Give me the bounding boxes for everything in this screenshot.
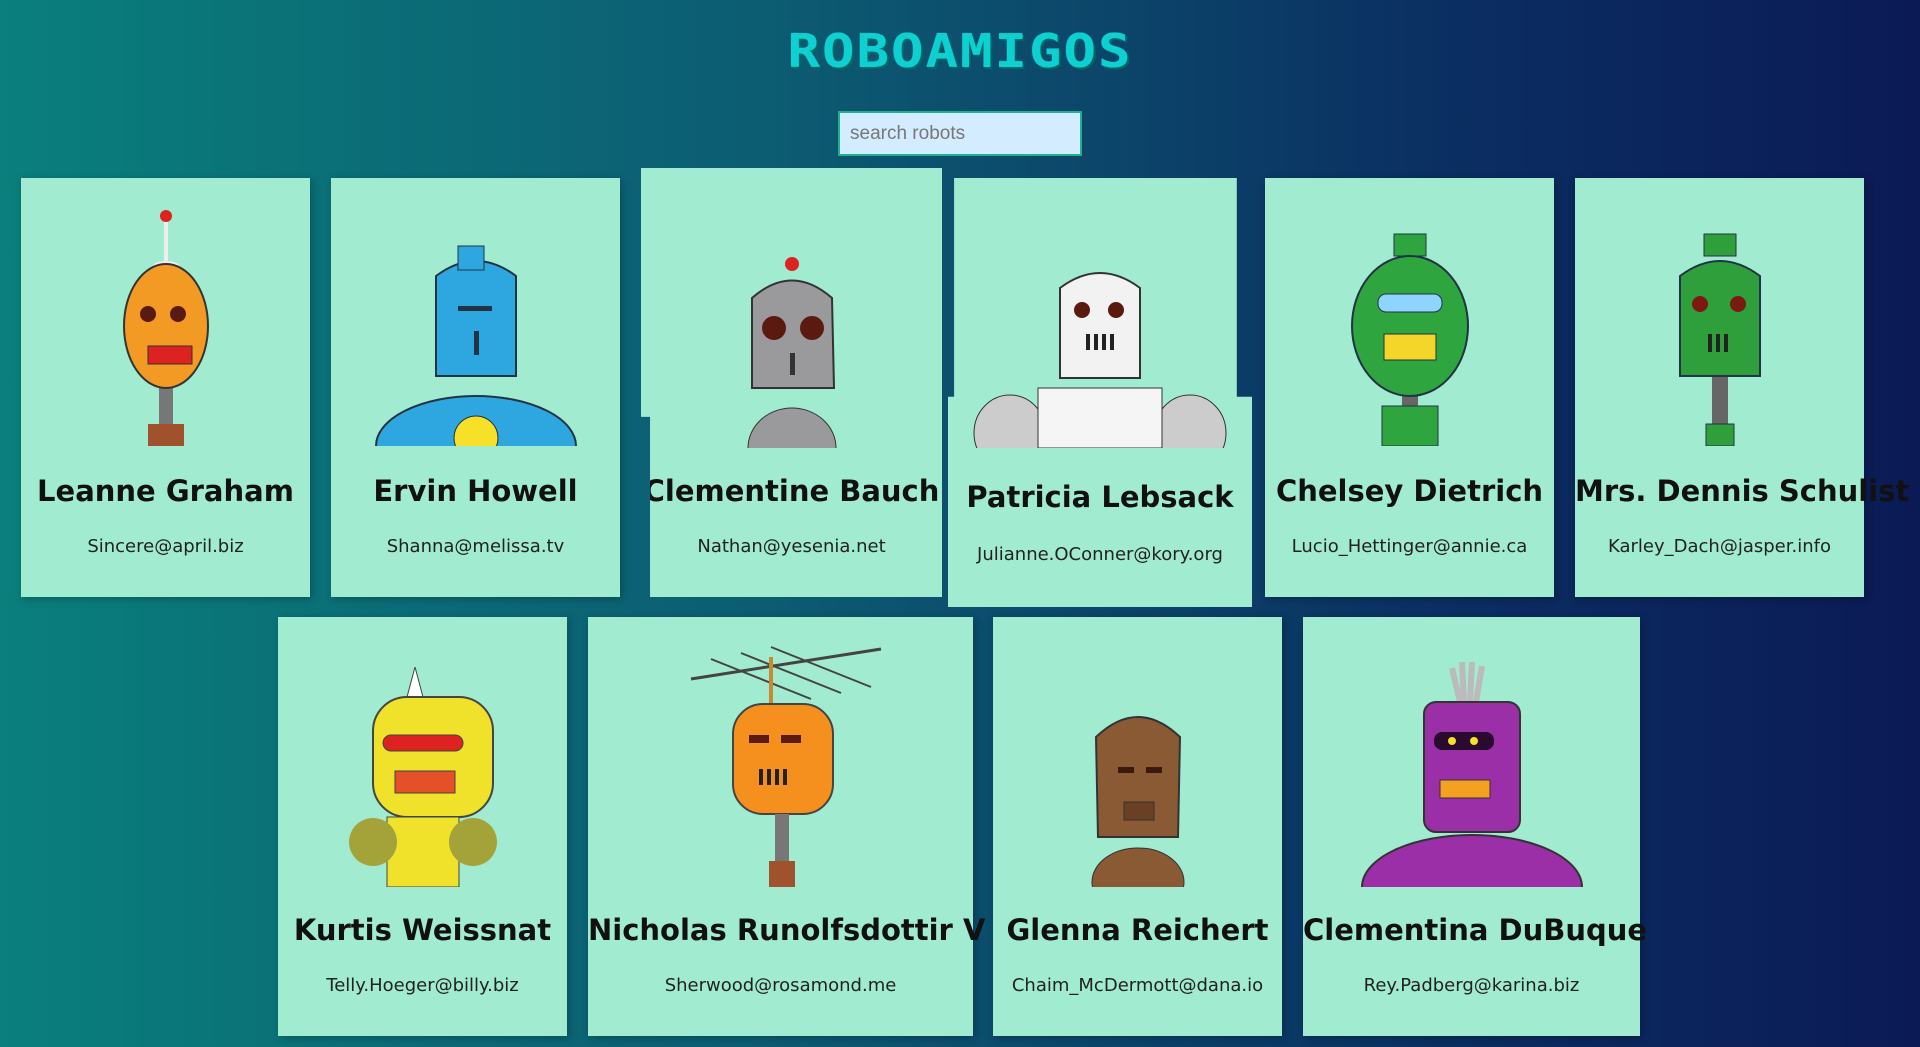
robot-card[interactable]: Leanne Graham Sincere@april.biz (21, 178, 310, 597)
search-input[interactable] (838, 111, 1082, 156)
robot-card[interactable]: Mrs. Dennis Schulist Karley_Dach@jasper.… (1575, 178, 1910, 597)
robot-avatar (278, 667, 567, 887)
robot-email: Julianne.OConner@kory.org (977, 544, 1223, 565)
app-title: ROBOAMIGOS (787, 24, 1133, 79)
robot-card[interactable]: Glenna Reichert Chaim_McDermott@dana.io (993, 617, 1282, 1036)
robot-avatar (21, 206, 310, 446)
robot-email: Karley_Dach@jasper.info (1608, 536, 1831, 557)
robot-avatar (588, 639, 973, 887)
robot-card[interactable]: Nicholas Runolfsdottir V Sherwood@rosamo… (588, 617, 986, 1036)
robot-card[interactable]: Patricia Lebsack Julianne.OConner@kory.o… (948, 178, 1252, 607)
robot-email: Nathan@yesenia.net (697, 536, 886, 557)
robot-name: Clementine Bauch (643, 474, 940, 508)
robot-email: Sherwood@rosamond.me (664, 975, 897, 996)
robot-email: Rey.Padberg@karina.biz (1363, 975, 1580, 996)
robot-avatar (993, 707, 1282, 887)
robot-card[interactable]: Clementina DuBuque Rey.Padberg@karina.bi… (1303, 617, 1648, 1036)
robot-name: Clementina DuBuque (1303, 913, 1648, 947)
robot-email: Shanna@melissa.tv (386, 536, 565, 557)
robot-avatar (948, 258, 1252, 448)
robot-name: Chelsey Dietrich (1275, 474, 1544, 508)
robot-name: Ervin Howell (373, 474, 578, 508)
robot-name: Kurtis Weissnat (293, 913, 552, 947)
robot-card[interactable]: Kurtis Weissnat Telly.Hoeger@billy.biz (278, 617, 567, 1036)
robot-email: Lucio_Hettinger@annie.ca (1291, 536, 1528, 557)
robot-avatar (641, 248, 942, 448)
robot-avatar (1265, 206, 1554, 446)
robot-name: Leanne Graham (37, 474, 294, 508)
robot-name: Mrs. Dennis Schulist (1575, 474, 1910, 508)
robot-card[interactable]: Clementine Bauch Nathan@yesenia.net (641, 168, 942, 597)
robot-name: Nicholas Runolfsdottir V (588, 913, 986, 947)
robot-name: Patricia Lebsack (966, 480, 1234, 514)
robot-email: Telly.Hoeger@billy.biz (326, 975, 519, 996)
robot-card[interactable]: Chelsey Dietrich Lucio_Hettinger@annie.c… (1265, 178, 1554, 597)
robot-email: Sincere@april.biz (87, 536, 244, 557)
robot-name: Glenna Reichert (1006, 913, 1269, 947)
robot-email: Chaim_McDermott@dana.io (1011, 975, 1264, 996)
robot-card[interactable]: Ervin Howell Shanna@melissa.tv (331, 178, 620, 597)
robot-avatar (1575, 206, 1864, 446)
robot-avatar (331, 206, 620, 446)
robot-avatar (1303, 662, 1640, 887)
